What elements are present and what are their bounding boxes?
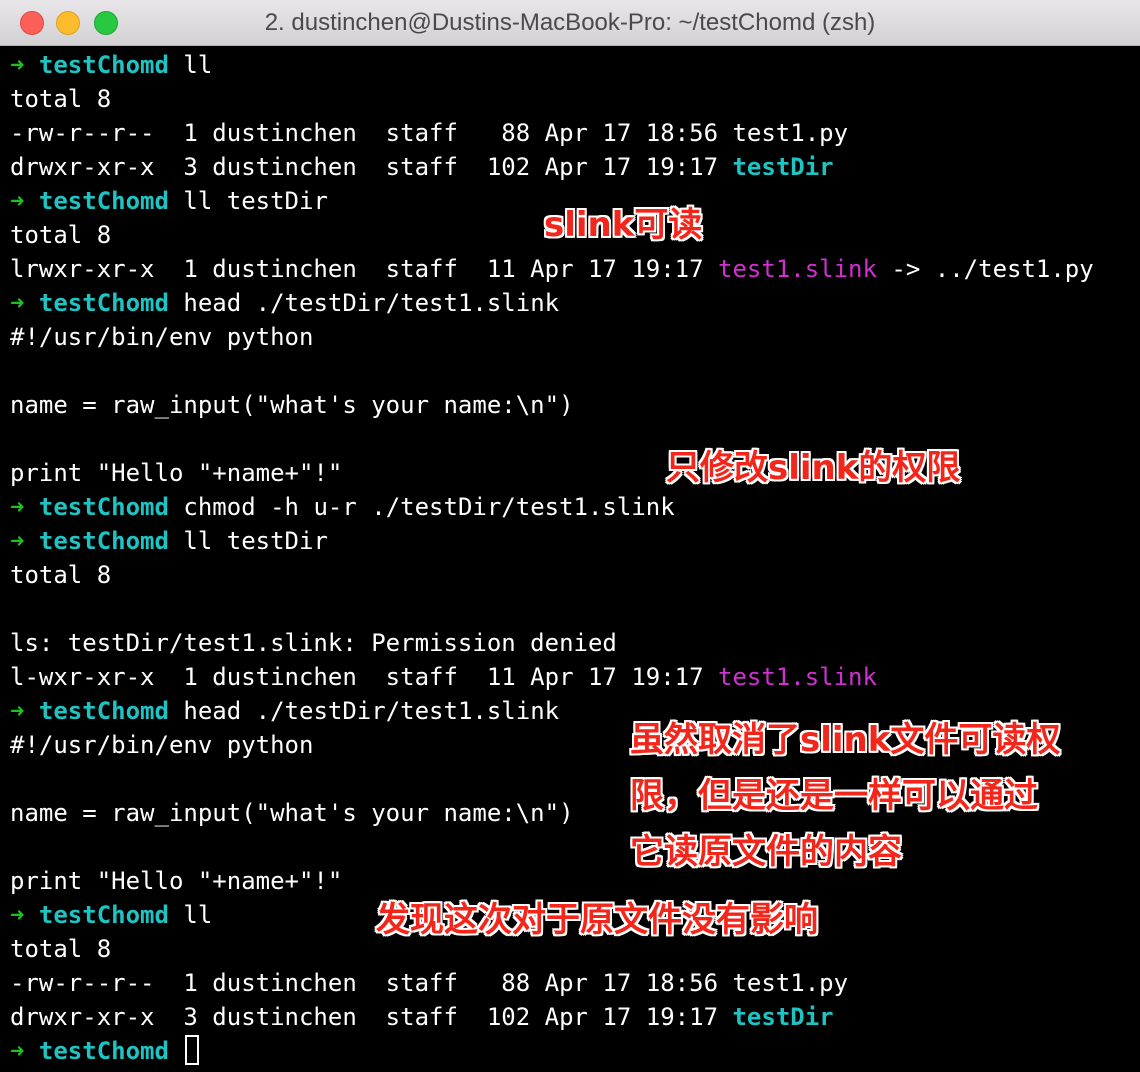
prompt-directory: testChomd	[38, 289, 169, 317]
symlink-target: -> ../test1.py	[876, 255, 1094, 283]
prompt-arrow-icon: ➜	[10, 901, 25, 929]
directory-name: testDir	[732, 153, 834, 181]
terminal-line: total 8	[10, 558, 1135, 592]
output-text: total 8	[10, 561, 112, 589]
annotation-only-modify: 只修改slink的权限	[666, 448, 961, 488]
command-text: head ./testDir/test1.slink	[183, 697, 560, 725]
prompt-arrow-icon: ➜	[10, 289, 25, 317]
terminal-line: ➜ testChomd ll	[10, 48, 1135, 82]
terminal-line: drwxr-xr-x 3 dustinchen staff 102 Apr 17…	[10, 1000, 1135, 1034]
terminal-line: drwxr-xr-x 3 dustinchen staff 102 Apr 17…	[10, 150, 1135, 184]
prompt-directory: testChomd	[38, 901, 169, 929]
output-text: name = raw_input("what's your name:\n")	[10, 799, 574, 827]
prompt-arrow-icon: ➜	[10, 51, 25, 79]
prompt-directory: testChomd	[38, 187, 169, 215]
prompt-arrow-icon: ➜	[10, 527, 25, 555]
directory-name: testDir	[732, 1003, 834, 1031]
symlink-name: test1.slink	[718, 663, 877, 691]
output-text: #!/usr/bin/env python	[10, 731, 314, 759]
terminal-line: #!/usr/bin/env python	[10, 320, 1135, 354]
symlink-name: test1.slink	[718, 255, 877, 283]
terminal-line: ➜ testChomd chmod -h u-r ./testDir/test1…	[10, 490, 1135, 524]
output-text: print "Hello "+name+"!"	[10, 459, 343, 487]
output-text: total 8	[10, 221, 112, 249]
terminal-line: ➜ testChomd	[10, 1034, 1135, 1068]
text-cursor	[185, 1035, 200, 1065]
terminal-line: ➜ testChomd ll testDir	[10, 524, 1135, 558]
prompt-arrow-icon: ➜	[10, 187, 25, 215]
terminal-line: ls: testDir/test1.slink: Permission deni…	[10, 626, 1135, 660]
command-text: chmod -h u-r ./testDir/test1.slink	[183, 493, 675, 521]
command-text: head ./testDir/test1.slink	[183, 289, 560, 317]
terminal-line: name = raw_input("what's your name:\n")	[10, 388, 1135, 422]
command-text: ll testDir	[183, 187, 328, 215]
prompt-directory: testChomd	[38, 51, 169, 79]
terminal-line: print "Hello "+name+"!"	[10, 456, 1135, 490]
output-text: total 8	[10, 935, 112, 963]
prompt-arrow-icon: ➜	[10, 493, 25, 521]
listing-text: drwxr-xr-x 3 dustinchen staff 102 Apr 17…	[10, 153, 733, 181]
terminal-window: 2. dustinchen@Dustins-MacBook-Pro: ~/tes…	[0, 0, 1140, 1072]
listing-text: drwxr-xr-x 3 dustinchen staff 102 Apr 17…	[10, 1003, 733, 1031]
output-text: -rw-r--r-- 1 dustinchen staff 88 Apr 17 …	[10, 119, 849, 147]
prompt-directory: testChomd	[38, 527, 169, 555]
prompt-directory: testChomd	[38, 697, 169, 725]
command-text: ll	[183, 901, 213, 929]
terminal-line: total 8	[10, 82, 1135, 116]
terminal-line: l-wxr-xr-x 1 dustinchen staff 11 Apr 17 …	[10, 660, 1135, 694]
output-text: -rw-r--r-- 1 dustinchen staff 88 Apr 17 …	[10, 969, 849, 997]
command-text: ll testDir	[183, 527, 328, 555]
terminal-line: lrwxr-xr-x 1 dustinchen staff 11 Apr 17 …	[10, 252, 1135, 286]
terminal-line: ➜ testChomd head ./testDir/test1.slink	[10, 286, 1135, 320]
annotation-slink-readable: slink可读	[544, 205, 703, 245]
window-title: 2. dustinchen@Dustins-MacBook-Pro: ~/tes…	[264, 9, 876, 36]
output-text: print "Hello "+name+"!"	[10, 867, 343, 895]
annotation-still-readable: 虽然取消了slink文件可读权 限，但是还是一样可以通过 它读原文件的内容	[630, 720, 1061, 872]
prompt-arrow-icon: ➜	[10, 697, 25, 725]
prompt-directory: testChomd	[38, 1037, 169, 1065]
output-text: total 8	[10, 85, 112, 113]
output-text: name = raw_input("what's your name:\n")	[10, 391, 574, 419]
prompt-directory: testChomd	[38, 493, 169, 521]
listing-text: l-wxr-xr-x 1 dustinchen staff 11 Apr 17 …	[10, 663, 719, 691]
command-text: ll	[183, 51, 213, 79]
listing-text: lrwxr-xr-x 1 dustinchen staff 11 Apr 17 …	[10, 255, 719, 283]
title-bar[interactable]: 2. dustinchen@Dustins-MacBook-Pro: ~/tes…	[0, 0, 1140, 46]
prompt-arrow-icon: ➜	[10, 1037, 25, 1065]
output-text: ls: testDir/test1.slink: Permission deni…	[10, 629, 617, 657]
terminal-line: -rw-r--r-- 1 dustinchen staff 88 Apr 17 …	[10, 966, 1135, 1000]
annotation-no-effect: 发现这次对于原文件没有影响	[376, 900, 818, 940]
output-text: #!/usr/bin/env python	[10, 323, 314, 351]
terminal-line: -rw-r--r-- 1 dustinchen staff 88 Apr 17 …	[10, 116, 1135, 150]
